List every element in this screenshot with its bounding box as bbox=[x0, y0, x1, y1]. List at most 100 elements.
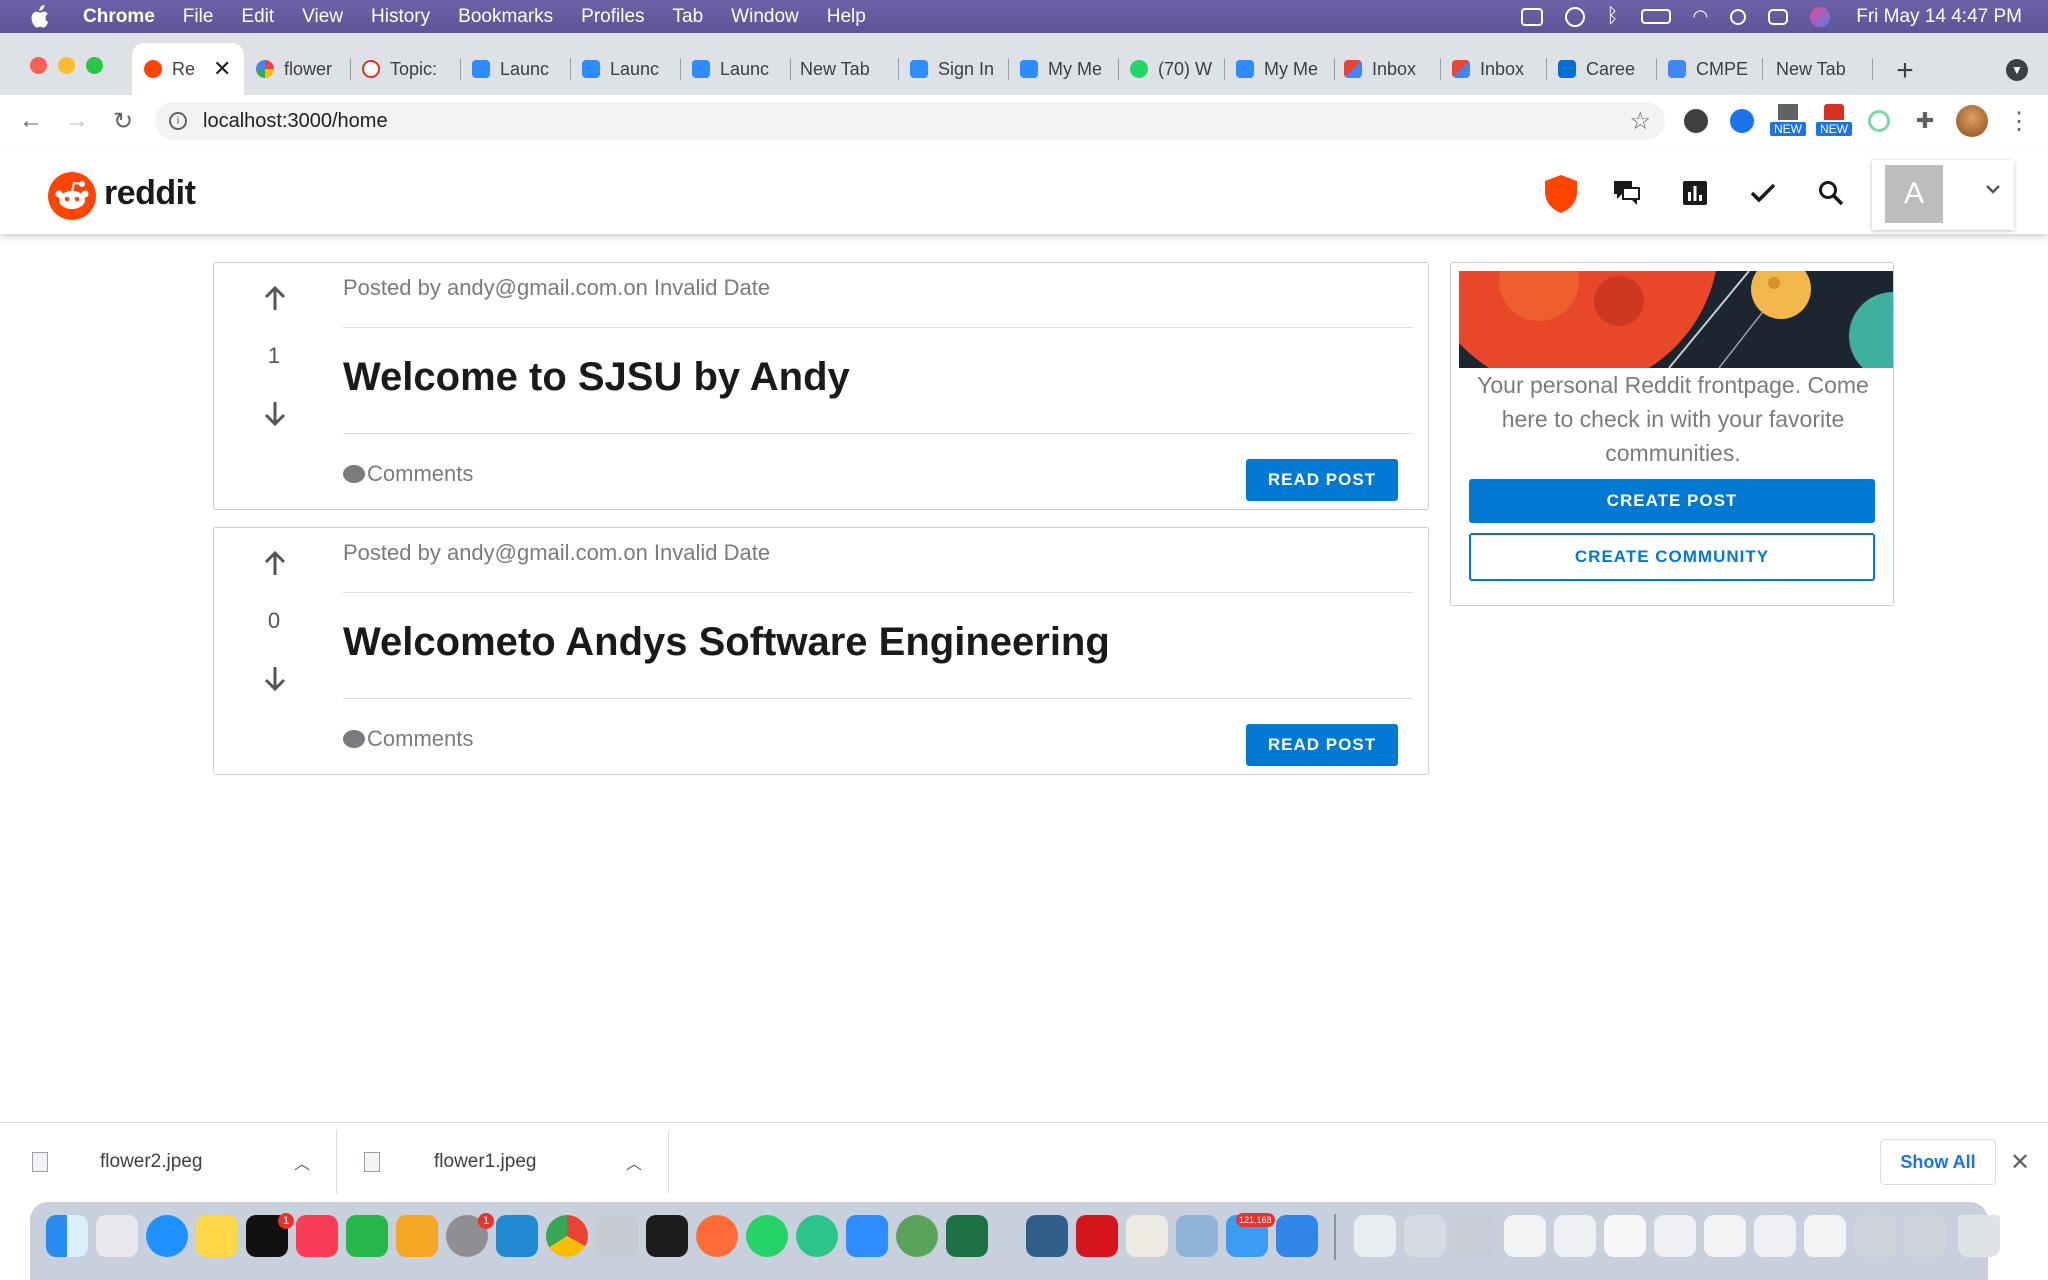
document-thumbnail-icon[interactable] bbox=[1854, 1215, 1896, 1257]
siri-icon[interactable] bbox=[1810, 6, 1831, 27]
notes-icon[interactable] bbox=[196, 1215, 238, 1257]
profile-avatar-icon[interactable] bbox=[1956, 105, 1988, 137]
utility-icon[interactable] bbox=[596, 1215, 638, 1257]
extension-icon-dark[interactable] bbox=[1684, 109, 1708, 133]
stats-chart-icon[interactable] bbox=[1678, 176, 1712, 210]
vpn-status-icon[interactable] bbox=[1564, 6, 1585, 27]
terminal-icon[interactable] bbox=[646, 1215, 688, 1257]
tab-launch-2[interactable]: Launc bbox=[582, 43, 670, 95]
music-icon[interactable] bbox=[296, 1215, 338, 1257]
mod-shield-icon[interactable] bbox=[1543, 174, 1579, 214]
extension-icon-green[interactable] bbox=[1868, 110, 1890, 132]
document-thumbnail-icon[interactable] bbox=[1804, 1215, 1846, 1257]
extensions-puzzle-icon[interactable]: ✚ bbox=[1910, 106, 1940, 136]
tab-close-icon[interactable]: ✕ bbox=[213, 56, 231, 82]
extension-new-badge-2[interactable]: NEW bbox=[1816, 104, 1852, 140]
textedit-icon[interactable] bbox=[1126, 1215, 1168, 1257]
document-thumbnail-icon[interactable] bbox=[1904, 1215, 1946, 1257]
menu-app-name[interactable]: Chrome bbox=[83, 6, 155, 28]
tab-topic[interactable]: Topic: bbox=[362, 43, 444, 95]
download-item[interactable]: flower2.jpeg ︿ bbox=[0, 1122, 336, 1202]
acrobat-icon[interactable] bbox=[1076, 1215, 1118, 1257]
window-minimize-button[interactable] bbox=[58, 57, 75, 74]
comments-link[interactable]: Comments bbox=[343, 726, 473, 752]
new-tab-plus-icon[interactable]: + bbox=[1890, 54, 1920, 87]
zoom-status-icon[interactable] bbox=[1520, 7, 1543, 26]
preview-icon[interactable] bbox=[1176, 1215, 1218, 1257]
download-item[interactable]: flower1.jpeg ︿ bbox=[336, 1122, 668, 1202]
tab-my-meetings-1[interactable]: My Me bbox=[1020, 43, 1108, 95]
safari-icon[interactable] bbox=[146, 1215, 188, 1257]
menu-view[interactable]: View bbox=[302, 6, 343, 28]
forward-arrow-icon[interactable]: → bbox=[62, 106, 92, 136]
read-post-button[interactable]: READ POST bbox=[1246, 459, 1398, 501]
site-info-icon[interactable]: i bbox=[169, 112, 187, 130]
menu-file[interactable]: File bbox=[183, 6, 214, 28]
document-thumbnail-icon[interactable] bbox=[1604, 1215, 1646, 1257]
tab-careers[interactable]: Caree bbox=[1558, 43, 1646, 95]
tab-gmail-inbox-1[interactable]: Inbox bbox=[1344, 43, 1428, 95]
menu-history[interactable]: History bbox=[371, 6, 430, 28]
postman-icon[interactable] bbox=[696, 1215, 738, 1257]
read-post-button[interactable]: READ POST bbox=[1246, 724, 1398, 766]
vscode-icon[interactable] bbox=[496, 1215, 538, 1257]
post-title[interactable]: Welcome to SJSU by Andy bbox=[343, 355, 850, 400]
tab-sign-in[interactable]: Sign In bbox=[910, 43, 998, 95]
tab-my-meetings-2[interactable]: My Me bbox=[1236, 43, 1324, 95]
upvote-arrow-icon[interactable] bbox=[259, 283, 291, 315]
atom-icon[interactable] bbox=[796, 1215, 838, 1257]
chevron-down-icon[interactable] bbox=[1984, 182, 2002, 200]
menu-edit[interactable]: Edit bbox=[241, 6, 274, 28]
chevron-up-icon[interactable]: ︿ bbox=[626, 1150, 642, 1174]
reddit-logo-icon[interactable] bbox=[48, 172, 96, 220]
zoom-icon[interactable] bbox=[846, 1215, 888, 1257]
close-download-shelf-icon[interactable]: ✕ bbox=[2010, 1148, 2030, 1177]
document-thumbnail-icon[interactable] bbox=[1554, 1215, 1596, 1257]
excel-icon[interactable] bbox=[946, 1215, 988, 1257]
tab-gmail-inbox-2[interactable]: Inbox bbox=[1452, 43, 1536, 95]
xcode-icon[interactable] bbox=[1276, 1215, 1318, 1257]
tab-launch-3[interactable]: Launc bbox=[692, 43, 780, 95]
chevron-up-icon[interactable]: ︿ bbox=[294, 1150, 310, 1174]
extension-icon-globe[interactable] bbox=[1730, 109, 1754, 133]
address-bar[interactable]: i localhost:3000/home ☆ bbox=[155, 102, 1665, 140]
menubar-clock[interactable]: Fri May 14 4:47 PM bbox=[1856, 6, 2022, 28]
create-post-button[interactable]: CREATE POST bbox=[1469, 479, 1875, 523]
create-community-button[interactable]: CREATE COMMUNITY bbox=[1469, 533, 1875, 581]
show-all-downloads-button[interactable]: Show All bbox=[1880, 1139, 1996, 1185]
tab-cmpe-doc[interactable]: CMPE bbox=[1668, 43, 1752, 95]
document-thumbnail-icon[interactable] bbox=[1754, 1215, 1796, 1257]
extension-new-badge-1[interactable]: NEW bbox=[1770, 104, 1806, 140]
document-thumbnail-icon[interactable] bbox=[1504, 1215, 1546, 1257]
whatsapp-icon[interactable] bbox=[746, 1215, 788, 1257]
user-avatar[interactable]: A bbox=[1885, 165, 1943, 223]
window-close-button[interactable] bbox=[30, 57, 47, 74]
finder-icon[interactable] bbox=[46, 1215, 88, 1257]
network-icon[interactable] bbox=[896, 1215, 938, 1257]
battery-icon[interactable] bbox=[1640, 9, 1671, 24]
reddit-wordmark[interactable]: reddit bbox=[104, 174, 196, 213]
checkmark-icon[interactable] bbox=[1746, 176, 1780, 210]
wifi-icon[interactable]: ◠ bbox=[1693, 6, 1709, 27]
address-url[interactable]: localhost:3000/home bbox=[203, 110, 388, 133]
post-title[interactable]: Welcometo Andys Software Engineering bbox=[343, 620, 1110, 665]
menu-tab[interactable]: Tab bbox=[673, 6, 704, 28]
document-thumbnail-icon[interactable] bbox=[1404, 1215, 1446, 1257]
menu-bookmarks[interactable]: Bookmarks bbox=[458, 6, 553, 28]
bookmark-star-icon[interactable]: ☆ bbox=[1629, 107, 1651, 136]
back-arrow-icon[interactable]: ← bbox=[16, 106, 46, 136]
tab-reddit-active[interactable]: Re ✕ bbox=[132, 43, 244, 95]
document-thumbnail-icon[interactable] bbox=[1704, 1215, 1746, 1257]
menu-window[interactable]: Window bbox=[731, 6, 799, 28]
chat-icon[interactable] bbox=[1610, 176, 1644, 210]
tab-new-tab-2[interactable]: New Tab bbox=[1776, 43, 1866, 95]
document-thumbnail-icon[interactable] bbox=[1454, 1215, 1496, 1257]
chrome-menu-kebab-icon[interactable]: ⋮ bbox=[2004, 106, 2034, 136]
downvote-arrow-icon[interactable] bbox=[259, 662, 291, 694]
trash-icon[interactable] bbox=[1958, 1215, 2000, 1257]
window-zoom-button[interactable] bbox=[86, 57, 103, 74]
document-thumbnail-icon[interactable] bbox=[1654, 1215, 1696, 1257]
control-center-icon[interactable] bbox=[1768, 8, 1789, 25]
menu-profiles[interactable]: Profiles bbox=[581, 6, 644, 28]
tab-whatsapp[interactable]: (70) W bbox=[1130, 43, 1214, 95]
